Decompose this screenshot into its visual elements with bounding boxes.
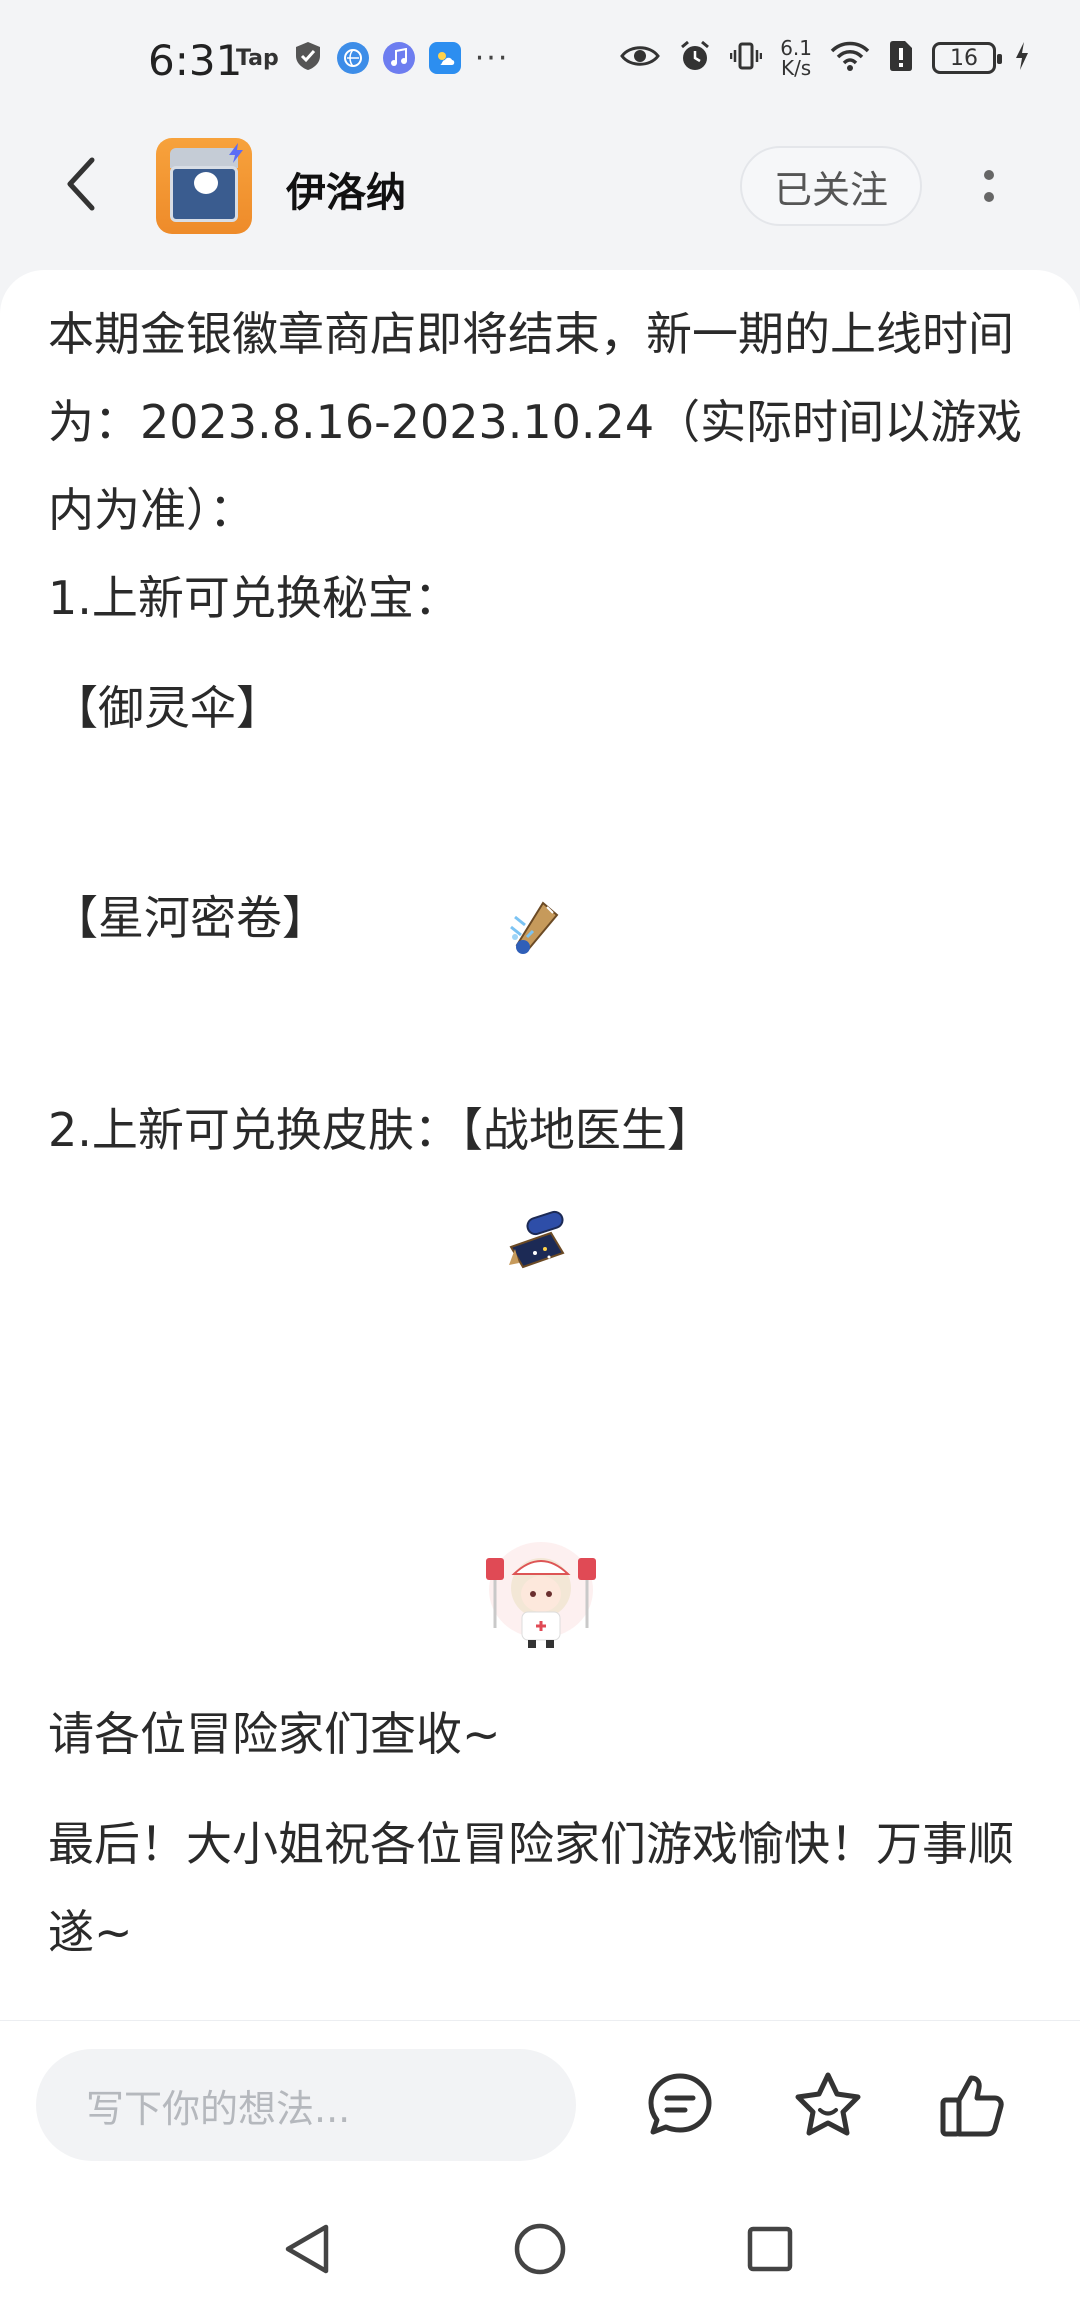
sim-alert-icon <box>888 40 914 76</box>
scroll-item-image[interactable] <box>496 1204 576 1274</box>
comment-button[interactable] <box>640 2065 720 2145</box>
system-nav-bar <box>0 2190 1080 2310</box>
author-avatar[interactable] <box>156 138 252 234</box>
music-icon <box>382 42 415 74</box>
post-paragraph: 2.上新可兑换皮肤：【战地医生】 <box>48 1103 713 1157</box>
comment-icon <box>648 2073 712 2135</box>
chevron-left-icon <box>67 157 95 211</box>
post-paragraph: 最后！大小姐祝各位冒险家们游戏愉快！万事顺遂~ <box>48 1817 1014 1959</box>
bottom-action-bar: 写下你的想法... <box>0 2020 1080 2190</box>
more-notifications-icon: ··· <box>474 40 510 76</box>
vibrate-icon <box>729 40 763 76</box>
like-thumb-icon <box>940 2075 1004 2137</box>
nav-back-icon <box>285 2224 329 2274</box>
nav-home-icon <box>514 2223 566 2275</box>
comment-input[interactable]: 写下你的想法... <box>36 2049 576 2161</box>
notification-icons: Tap ··· <box>236 40 509 76</box>
back-button[interactable] <box>52 154 112 214</box>
favorite-star-icon <box>795 2072 861 2136</box>
chibi-nurse-icon <box>486 1542 596 1648</box>
browser-icon <box>336 42 369 74</box>
wifi-icon <box>830 41 870 75</box>
nav-recents-icon <box>747 2226 793 2272</box>
post-paragraph: 请各位冒险家们查收~ <box>48 1707 501 1761</box>
author-name[interactable]: 伊洛纳 <box>286 160 406 218</box>
eye-icon <box>620 43 661 73</box>
system-icons: 6.1 K/s 16 <box>620 38 1030 78</box>
lightning-badge-icon <box>229 143 243 163</box>
more-dot <box>984 192 994 202</box>
weather-icon <box>428 42 461 74</box>
nav-back-button[interactable] <box>272 2214 342 2284</box>
shield-check-icon <box>293 40 323 76</box>
taptap-icon: Tap <box>236 45 279 71</box>
post-paragraph: 【御灵伞】 <box>52 681 282 735</box>
status-bar: 6:31 Tap ··· 6.1 K/s 16 <box>0 0 1080 120</box>
nav-home-button[interactable] <box>505 2214 575 2284</box>
status-time: 6:31 <box>148 36 243 85</box>
post-header: 伊洛纳 已关注 <box>0 120 1080 270</box>
network-speed: 6.1 K/s <box>780 36 812 80</box>
post-paragraph: 1.上新可兑换秘宝： <box>48 571 460 625</box>
more-dot <box>984 170 994 180</box>
scroll-icon <box>509 1210 565 1269</box>
more-options-button[interactable] <box>966 154 1012 218</box>
charging-icon <box>1014 41 1030 75</box>
like-button[interactable] <box>932 2065 1012 2145</box>
post-content: 本期金银徽章商店即将结束，新一期的上线时间为：2023.8.16-2023.10… <box>0 270 1080 2020</box>
favorite-button[interactable] <box>788 2065 868 2145</box>
post-paragraph: 本期金银徽章商店即将结束，新一期的上线时间为：2023.8.16-2023.10… <box>48 307 1023 537</box>
follow-button[interactable]: 已关注 <box>740 146 922 226</box>
nurse-skin-image[interactable] <box>478 1540 604 1650</box>
nav-recents-button[interactable] <box>735 2214 805 2284</box>
alarm-icon <box>678 39 712 77</box>
post-paragraph: 【星河密卷】 <box>52 891 328 945</box>
battery-icon: 16 <box>932 42 1002 74</box>
